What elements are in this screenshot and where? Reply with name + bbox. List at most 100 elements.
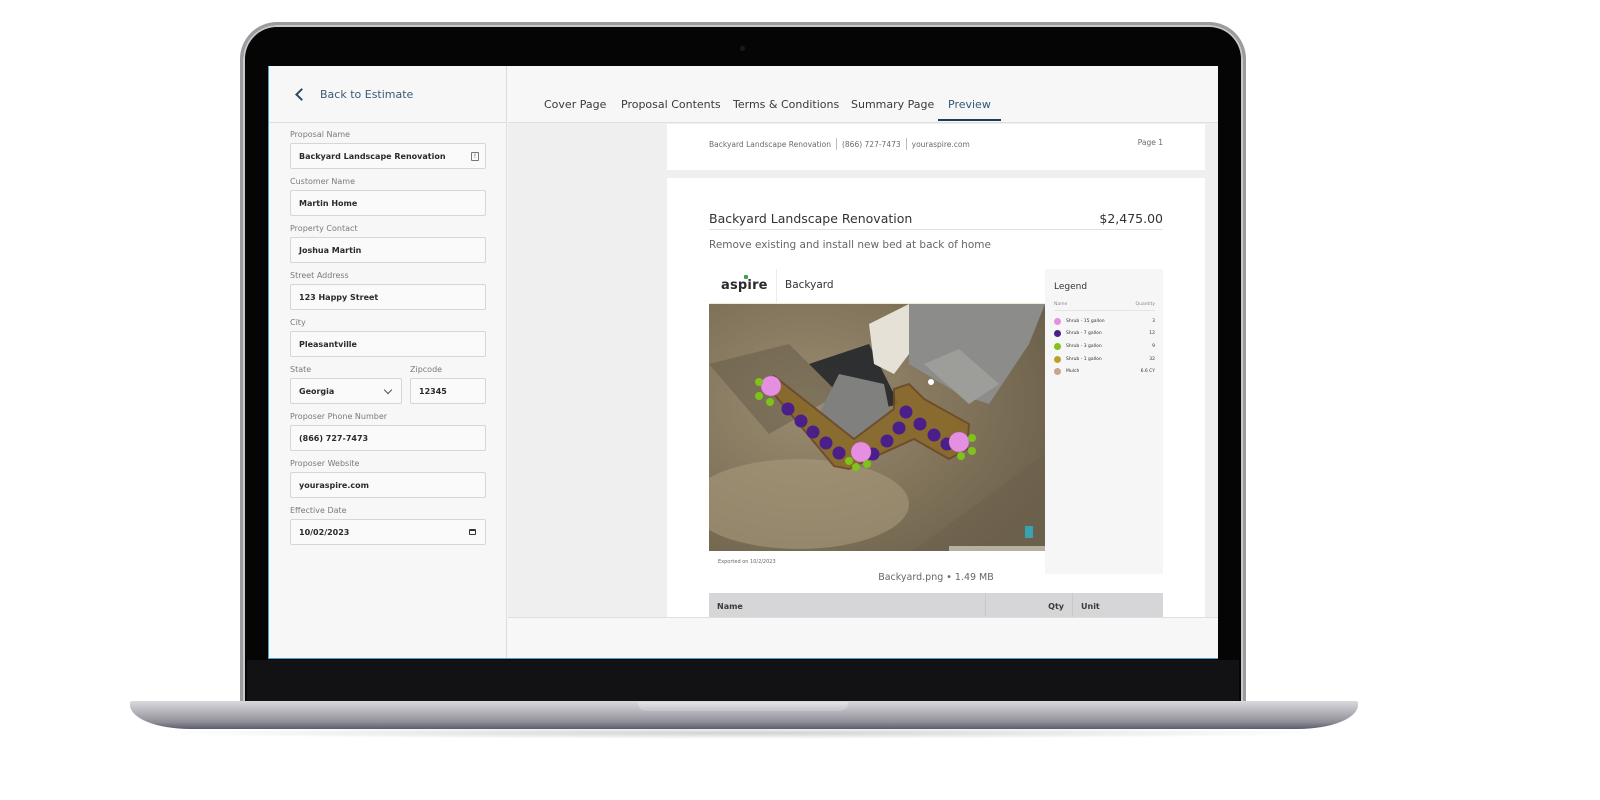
shrub-3-gallon xyxy=(968,434,976,442)
street-address-field: Street Address 123 Happy Street xyxy=(290,270,486,310)
input-value: (866) 727-7473 xyxy=(299,433,369,443)
input-value: youraspire.com xyxy=(299,480,369,490)
legend-item-quantity: 12 xyxy=(1149,331,1155,337)
zipcode-input[interactable]: 12345 xyxy=(410,378,486,404)
effective-date-field: Effective Date 10/02/2023 xyxy=(290,505,486,545)
column-header-name[interactable]: Name xyxy=(709,593,986,618)
legend-header: Name Quantity xyxy=(1054,302,1155,311)
shrub-7-gallon xyxy=(927,428,941,442)
property-contact-input[interactable]: Joshua Martin xyxy=(290,237,486,263)
input-value: 12345 xyxy=(419,386,447,396)
shrub-7-gallon xyxy=(781,402,795,416)
tab-terms-conditions[interactable]: Terms & Conditions xyxy=(733,98,839,119)
legend-col-name: Name xyxy=(1054,302,1068,307)
street-address-input[interactable]: 123 Happy Street xyxy=(290,284,486,310)
shrub-7-gallon xyxy=(913,417,927,431)
proposer-website-input[interactable]: youraspire.com xyxy=(290,472,486,498)
legend-item-quantity: 6.6 CY xyxy=(1140,369,1155,375)
laptop-notch xyxy=(638,702,848,711)
customer-name-field: Customer Name Martin Home xyxy=(290,176,486,216)
field-label: Street Address xyxy=(290,271,349,280)
field-label: Effective Date xyxy=(290,506,347,515)
shrub-15-gallon-icon xyxy=(1054,317,1061,325)
input-value: Joshua Martin xyxy=(299,245,362,255)
section-title: Backyard Landscape Renovation xyxy=(709,211,913,226)
legend-title: Legend xyxy=(1054,282,1088,292)
chevron-left-icon xyxy=(295,87,308,101)
back-to-estimate-button[interactable]: Back to Estimate xyxy=(269,66,507,123)
proposer-phone-input[interactable]: (866) 727-7473 xyxy=(290,425,486,451)
legend-rows: Shrub - 15 gallon 3 Shrub - 7 gallon 12 … xyxy=(1054,315,1155,378)
shrub-3-gallon xyxy=(755,392,763,400)
sidebar: Back to Estimate Proposal Name Backyard … xyxy=(269,66,507,658)
laptop-chin xyxy=(247,660,1239,702)
section-price: $2,475.00 xyxy=(1099,211,1163,226)
legend-row: Shrub - 3 gallon 9 xyxy=(1054,340,1155,353)
legend-item-name: Shrub - 7 gallon xyxy=(1066,331,1102,337)
effective-date-input[interactable]: 10/02/2023 xyxy=(290,519,486,545)
city-field: City Pleasantville xyxy=(290,317,486,357)
section-description: Remove existing and install new bed at b… xyxy=(709,239,991,251)
tab-preview[interactable]: Preview xyxy=(938,98,1001,121)
legend-item-quantity: 32 xyxy=(1149,356,1155,362)
tab-proposal-contents[interactable]: Proposal Contents xyxy=(621,98,721,119)
calendar-icon[interactable] xyxy=(469,529,476,535)
input-value: Martin Home xyxy=(299,198,358,208)
state-select[interactable]: Georgia xyxy=(290,378,402,404)
logo-leaf-icon xyxy=(744,275,748,279)
page-number: Page 1 xyxy=(1137,138,1163,147)
shrub-3-gallon-icon xyxy=(1054,342,1061,350)
column-header-qty[interactable]: Qty xyxy=(986,593,1073,618)
legend-item-name: Shrub - 1 gallon xyxy=(1066,356,1102,362)
header-phone: (866) 727-7473 xyxy=(841,139,901,149)
divider xyxy=(905,138,907,150)
map-title: Backyard xyxy=(785,279,834,291)
field-label: Proposer Phone Number xyxy=(290,412,388,421)
divider xyxy=(709,229,1163,230)
shrub-1-gallon-icon xyxy=(1054,355,1061,363)
state-zip-row: State Georgia Zipcode 12345 xyxy=(290,364,486,411)
proposal-name-input[interactable]: Backyard Landscape Renovation ! xyxy=(290,143,486,169)
field-label: Customer Name xyxy=(290,177,356,186)
info-icon[interactable]: ! xyxy=(471,152,479,161)
legend-item-name: Mulch xyxy=(1066,369,1080,375)
shrub-15-gallon xyxy=(760,375,782,397)
shrub-7-gallon-icon xyxy=(1054,330,1061,338)
shrub-3-gallon xyxy=(957,452,965,460)
shrub-7-gallon xyxy=(832,446,846,460)
input-value: 10/02/2023 xyxy=(299,527,350,537)
legend-item-quantity: 3 xyxy=(1152,318,1155,324)
app-screen: Back to Estimate Proposal Name Backyard … xyxy=(268,66,1218,659)
input-value: Backyard Landscape Renovation xyxy=(299,151,446,161)
shrub-7-gallon xyxy=(892,421,906,435)
property-contact-field: Property Contact Joshua Martin xyxy=(290,223,486,263)
field-label: City xyxy=(290,318,306,327)
map-card: aspire Backyard Exported on 10/2/2023 Le… xyxy=(709,269,1163,574)
shrub-3-gallon xyxy=(845,457,853,465)
customer-name-input[interactable]: Martin Home xyxy=(290,190,486,216)
legend-row: Mulch 6.6 CY xyxy=(1054,365,1155,378)
legend-item-quantity: 9 xyxy=(1152,343,1155,349)
input-value: 123 Happy Street xyxy=(299,292,379,302)
proposal-form: Proposal Name Backyard Landscape Renovat… xyxy=(290,129,486,552)
bottom-bar xyxy=(508,617,1218,658)
exported-date: Exported on 10/2/2023 xyxy=(718,559,776,565)
shrub-3-gallon xyxy=(766,398,774,406)
map-header: aspire Backyard xyxy=(709,269,1045,304)
logo-text: aspire xyxy=(721,278,768,293)
tab-summary-page[interactable]: Summary Page xyxy=(851,98,934,119)
tab-cover-page[interactable]: Cover Page xyxy=(544,98,606,119)
legend-row: Shrub - 15 gallon 3 xyxy=(1054,315,1155,328)
zipcode-field: Zipcode 12345 xyxy=(410,364,486,404)
file-caption: Backyard.png • 1.49 MB xyxy=(878,572,994,583)
legend-item-name: Shrub - 15 gallon xyxy=(1066,318,1105,324)
shrub-7-gallon xyxy=(899,405,913,419)
shrub-7-gallon xyxy=(794,414,808,428)
aspire-logo: aspire xyxy=(721,275,768,293)
shrub-3-gallon xyxy=(852,463,860,471)
watermark-icon xyxy=(1025,526,1033,538)
aerial-map-image xyxy=(709,304,1045,551)
city-input[interactable]: Pleasantville xyxy=(290,331,486,357)
column-header-unit[interactable]: Unit xyxy=(1073,593,1163,618)
shrub-7-gallon xyxy=(819,436,833,450)
